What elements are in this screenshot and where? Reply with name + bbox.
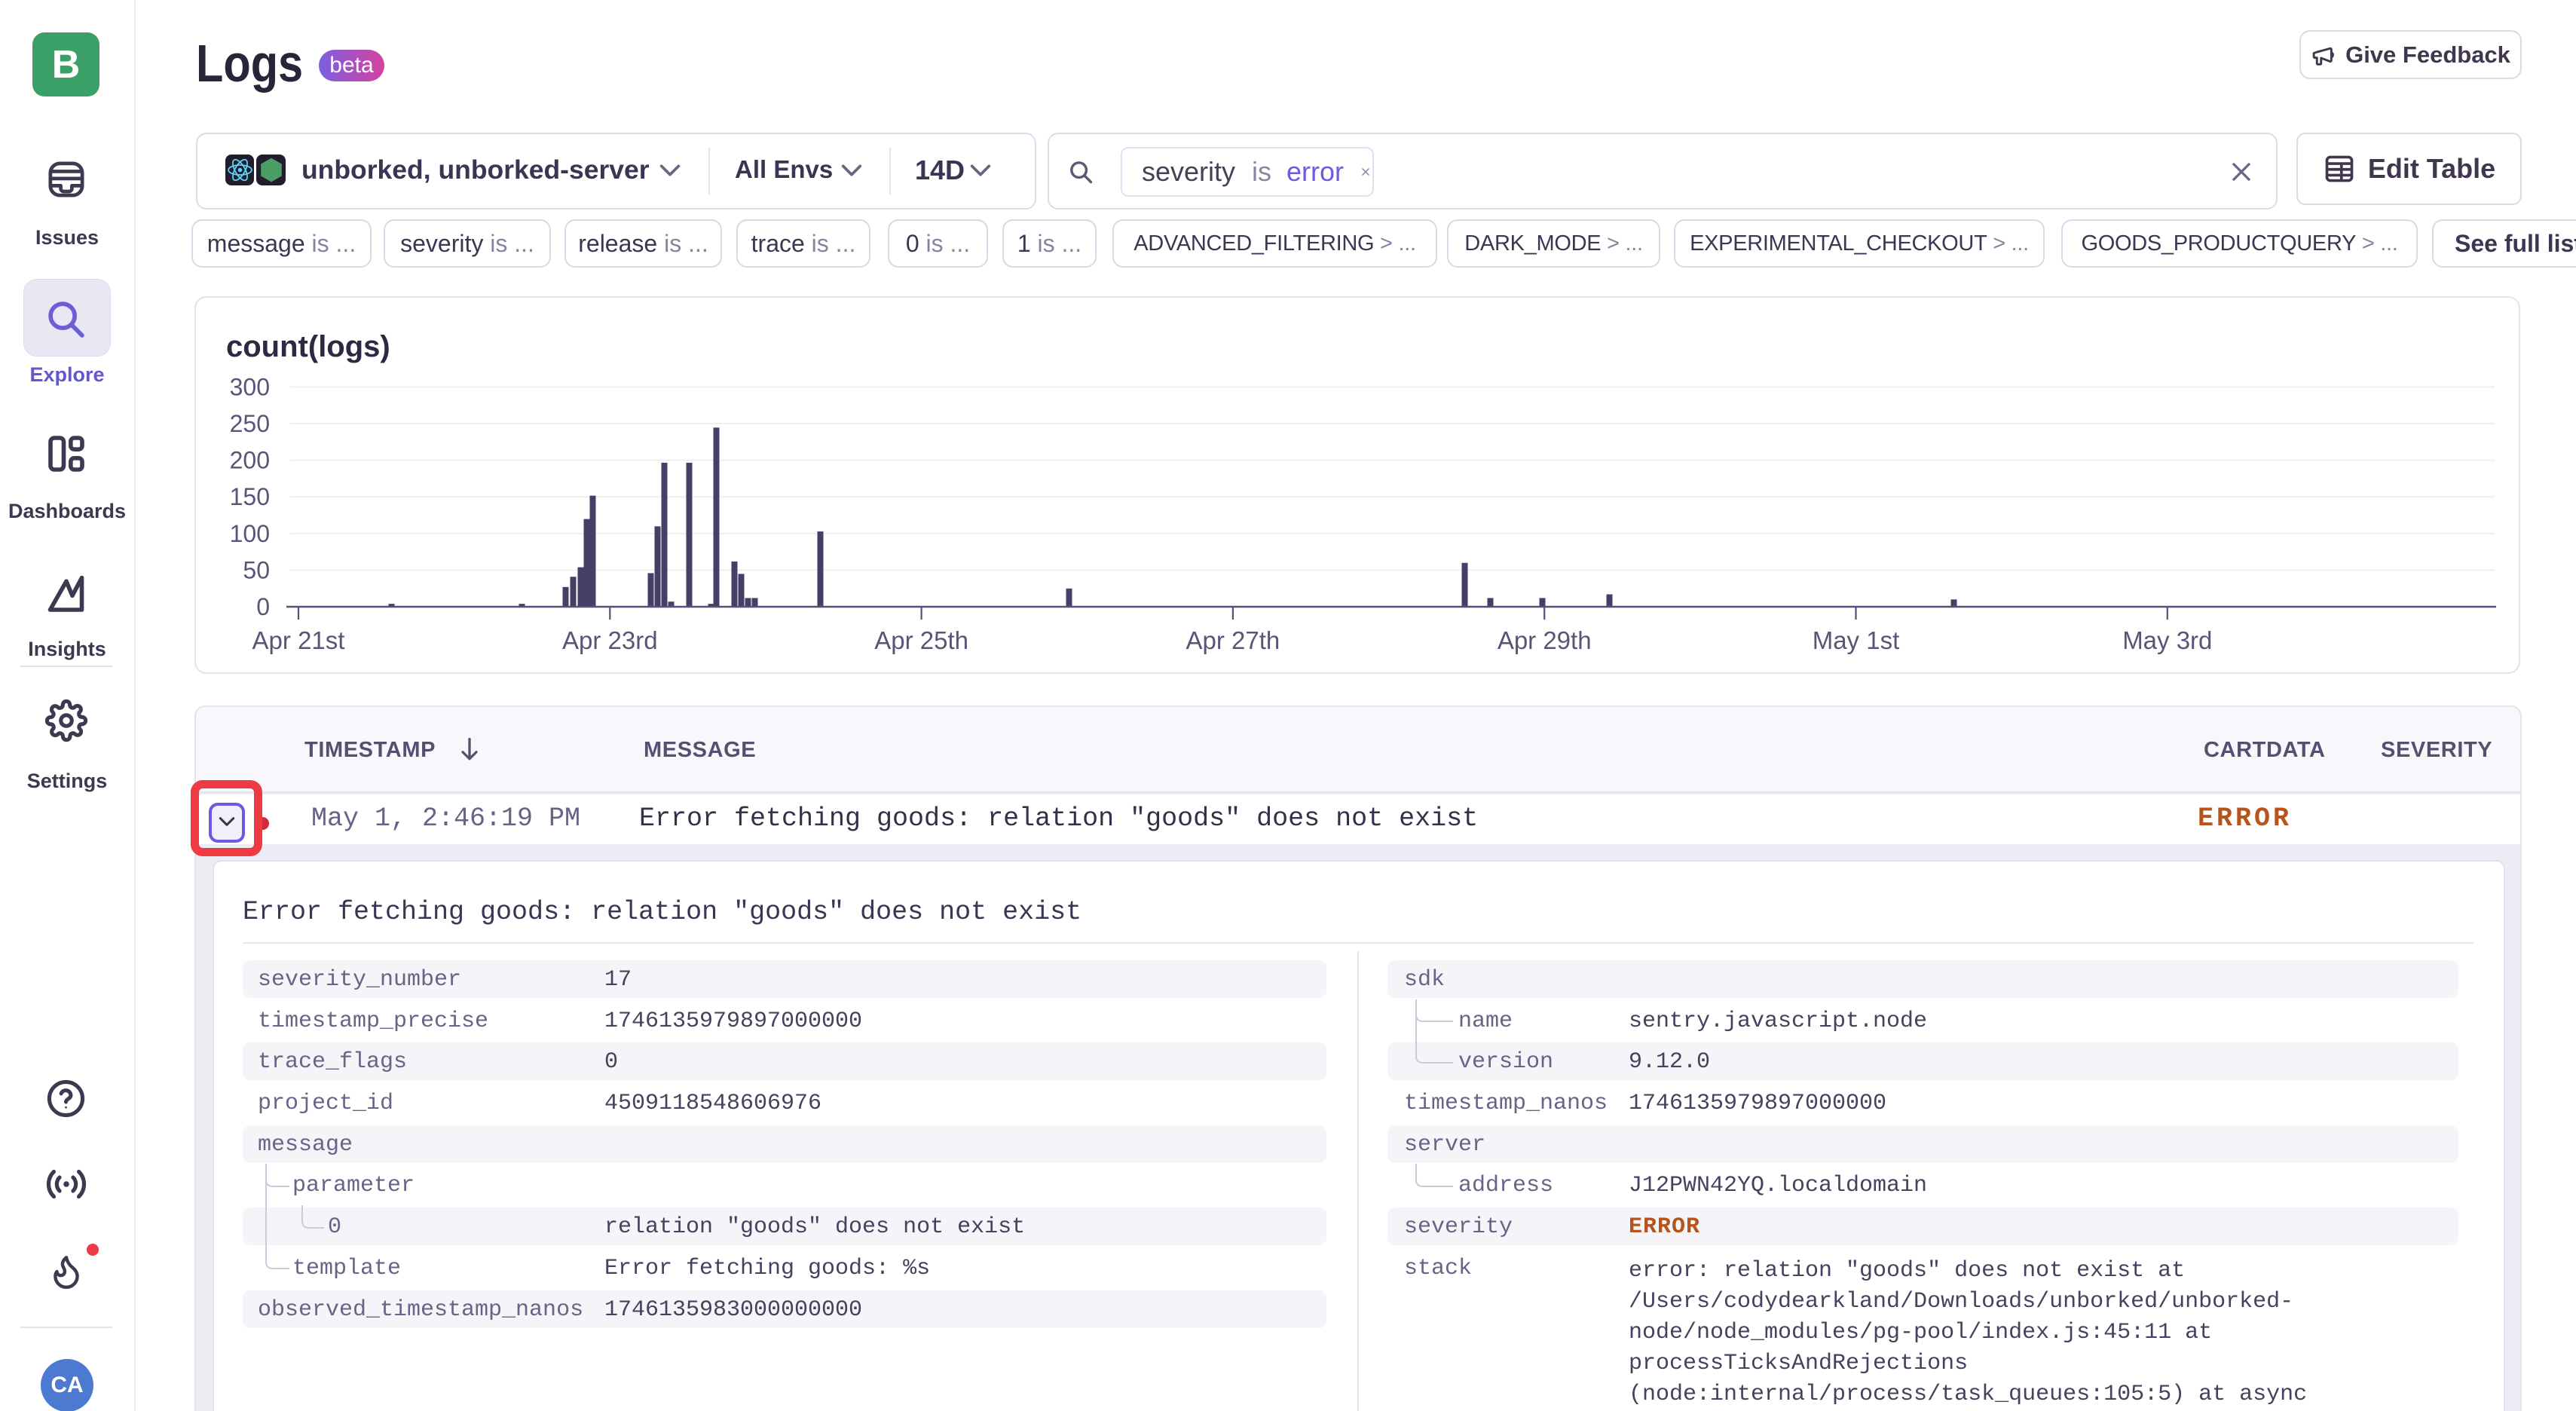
svg-text:150: 150 bbox=[230, 483, 270, 510]
svg-text:50: 50 bbox=[243, 556, 270, 583]
svg-text:200: 200 bbox=[230, 447, 270, 474]
svg-text:Apr 25th: Apr 25th bbox=[874, 626, 968, 654]
svg-text:250: 250 bbox=[230, 410, 270, 437]
svg-text:Apr 23rd: Apr 23rd bbox=[562, 626, 658, 654]
svg-text:Apr 21st: Apr 21st bbox=[252, 626, 345, 654]
svg-text:100: 100 bbox=[230, 520, 270, 547]
svg-text:Apr 29th: Apr 29th bbox=[1498, 626, 1592, 654]
svg-text:May 3rd: May 3rd bbox=[2122, 626, 2212, 654]
svg-text:300: 300 bbox=[230, 373, 270, 400]
svg-text:0: 0 bbox=[256, 593, 270, 620]
svg-text:Apr 27th: Apr 27th bbox=[1186, 626, 1280, 654]
svg-text:May 1st: May 1st bbox=[1813, 626, 1900, 654]
